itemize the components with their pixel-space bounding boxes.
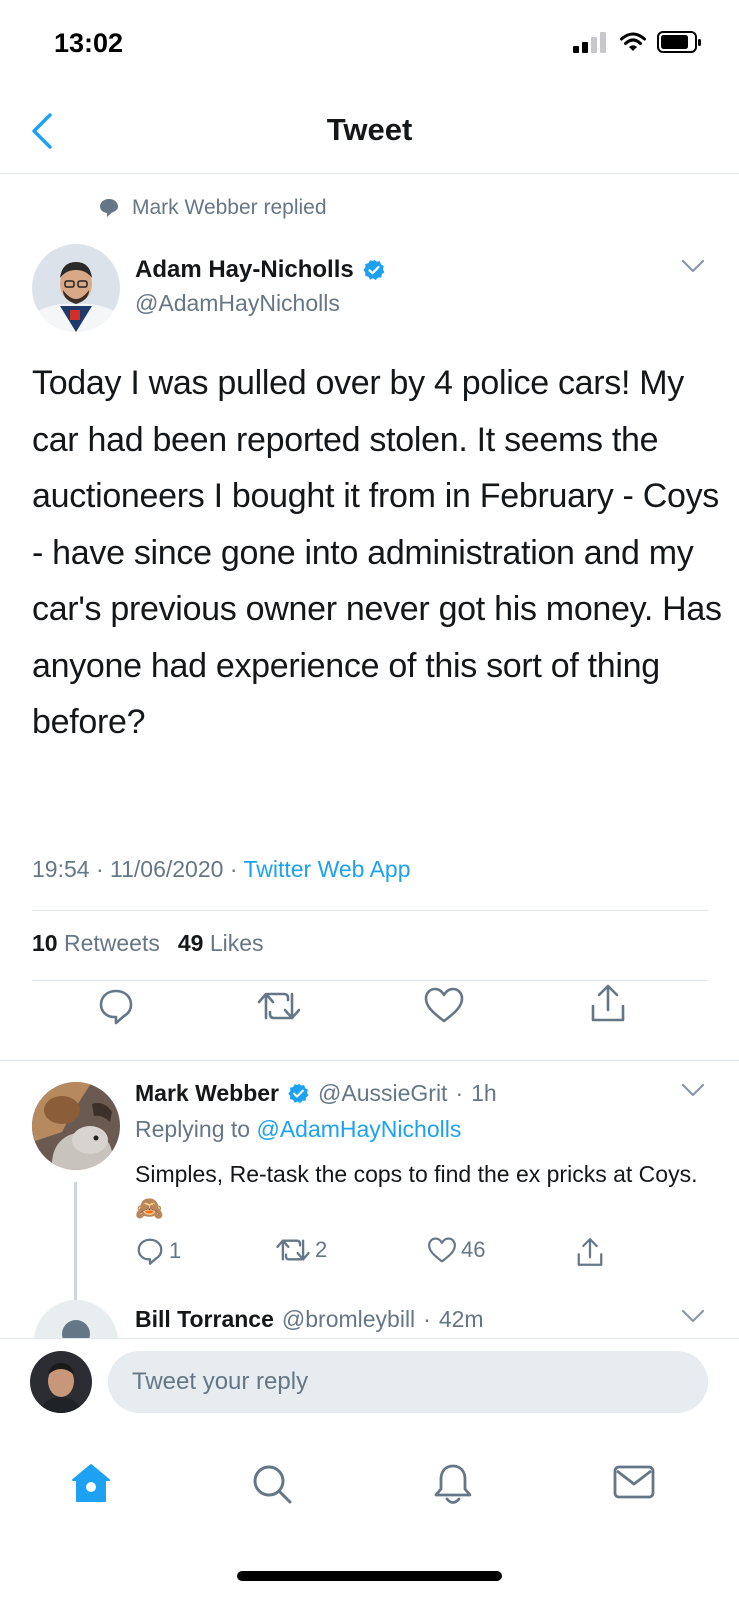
share-icon xyxy=(577,1238,603,1266)
divider xyxy=(32,910,708,911)
likes-stat[interactable]: 49 Likes xyxy=(178,930,264,957)
reply-retweet-button[interactable]: 2 xyxy=(275,1236,327,1264)
retweet-icon xyxy=(276,1239,310,1261)
next-reply-age: 42m xyxy=(438,1306,484,1332)
reply-avatar[interactable] xyxy=(32,1082,120,1170)
like-icon xyxy=(428,1237,456,1263)
reply-count: 1 xyxy=(169,1238,182,1263)
reply-author-handle[interactable]: @AussieGrit xyxy=(318,1080,447,1107)
status-icons xyxy=(573,30,703,54)
retweet-count: 2 xyxy=(315,1237,328,1262)
context-label: Mark Webber replied xyxy=(132,196,327,219)
retweets-count: 10 xyxy=(32,930,58,956)
author-name[interactable]: Adam Hay-Nicholls xyxy=(135,256,354,284)
status-bar: 13:02 xyxy=(0,0,739,90)
tab-bar xyxy=(0,1432,739,1542)
likes-count: 49 xyxy=(177,930,204,956)
home-icon[interactable] xyxy=(70,1462,112,1504)
reply-author-name[interactable]: Mark Webber xyxy=(135,1080,279,1107)
verified-badge-icon xyxy=(288,1083,309,1104)
tweet-text: Today I was pulled over by 4 police cars… xyxy=(32,364,722,741)
meta-separator: · xyxy=(229,856,244,882)
compose-bar xyxy=(0,1338,739,1428)
bell-icon[interactable] xyxy=(432,1462,474,1506)
author-handle[interactable]: @AdamHayNicholls xyxy=(135,290,340,317)
speech-bubble-icon xyxy=(100,199,118,217)
avatar-image xyxy=(32,244,120,332)
replying-to: Replying to @AdamHayNicholls xyxy=(135,1116,461,1143)
reply-age: 1h xyxy=(471,1080,497,1106)
like-icon[interactable] xyxy=(423,986,465,1024)
replying-to-prefix: Replying to xyxy=(135,1116,251,1142)
retweets-label: Retweets xyxy=(63,930,160,956)
reply-share-button[interactable] xyxy=(575,1236,605,1268)
replying-to-handle[interactable]: @AdamHayNicholls xyxy=(256,1116,461,1142)
tweet-meta: 19:54 · 11/06/2020 · Twitter Web App xyxy=(32,856,411,883)
tweet-stats: 10 Retweets 49 Likes xyxy=(32,930,264,957)
reply-context: Mark Webber replied xyxy=(98,196,327,220)
tweet-time: 19:54 xyxy=(32,856,90,882)
reply-actions: 1 2 46 xyxy=(135,1236,635,1276)
like-count: 46 xyxy=(461,1237,486,1262)
chevron-down-icon[interactable] xyxy=(680,258,706,274)
next-reply-author-name[interactable]: Bill Torrance xyxy=(135,1306,274,1333)
reply-icon[interactable] xyxy=(96,986,136,1026)
next-reply-author-handle[interactable]: @bromleybill xyxy=(282,1306,415,1333)
tweet-date: 11/06/2020 xyxy=(110,856,224,882)
meta-separator: · xyxy=(423,1306,431,1332)
verified-badge-icon xyxy=(363,259,385,280)
nav-bar: Tweet xyxy=(0,90,739,174)
divider xyxy=(0,1060,739,1061)
page-title: Tweet xyxy=(326,112,413,147)
avatar-image xyxy=(30,1351,92,1413)
signal-icon xyxy=(573,32,606,53)
status-time: 13:02 xyxy=(54,28,124,58)
retweets-stat[interactable]: 10 Retweets xyxy=(32,930,160,957)
chevron-down-icon[interactable] xyxy=(680,1082,706,1098)
reply-text: Simples, Re-task the cops to find the ex… xyxy=(135,1161,698,1221)
search-icon[interactable] xyxy=(250,1462,294,1506)
meta-separator: · xyxy=(95,856,111,882)
avatar-image xyxy=(32,1082,120,1170)
reply-reply-button[interactable]: 1 xyxy=(135,1236,181,1266)
likes-label: Likes xyxy=(209,930,264,956)
reply-input[interactable] xyxy=(108,1351,708,1413)
reply-icon xyxy=(137,1238,163,1265)
meta-separator: · xyxy=(455,1080,464,1106)
retweet-icon[interactable] xyxy=(256,988,302,1024)
next-reply-header: Bill Torrance @bromleybill · 42m xyxy=(135,1306,484,1333)
author-avatar[interactable] xyxy=(32,244,120,332)
tweet-source-link[interactable]: Twitter Web App xyxy=(243,856,410,882)
chevron-down-icon[interactable] xyxy=(680,1308,706,1324)
home-indicator[interactable] xyxy=(237,1571,502,1581)
wifi-icon xyxy=(620,32,646,51)
my-avatar[interactable] xyxy=(30,1351,92,1413)
share-icon[interactable] xyxy=(588,982,628,1024)
reply-like-button[interactable]: 46 xyxy=(427,1236,485,1264)
author-name-row[interactable]: Adam Hay-Nicholls xyxy=(135,256,386,284)
battery-icon xyxy=(657,31,701,53)
mail-icon[interactable] xyxy=(612,1462,656,1502)
reply-header: Mark Webber @AussieGrit · 1h xyxy=(135,1080,497,1107)
thread-line xyxy=(74,1182,77,1302)
divider xyxy=(32,980,708,981)
